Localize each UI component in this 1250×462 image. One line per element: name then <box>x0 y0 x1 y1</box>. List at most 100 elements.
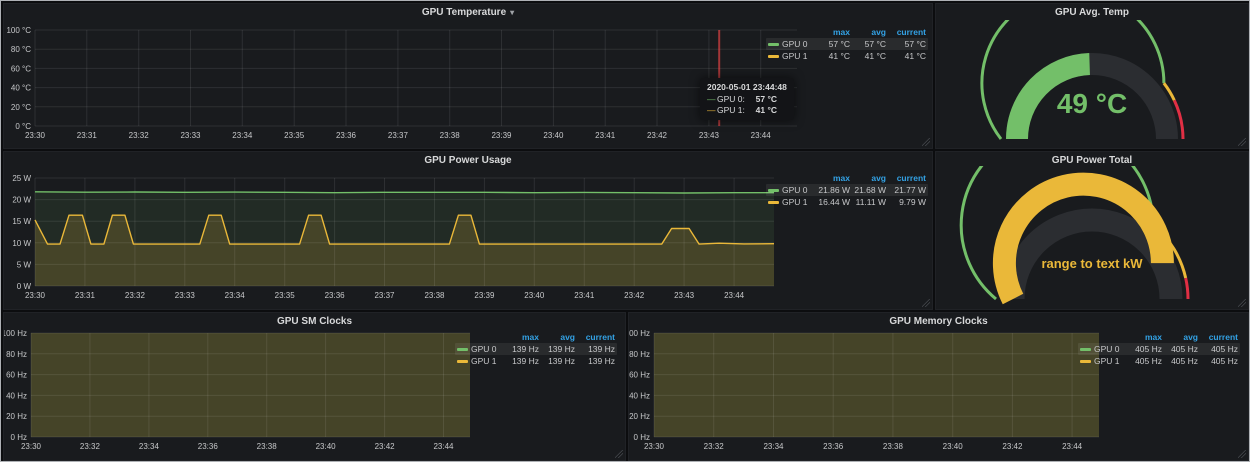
legend-item-gpu-1[interactable]: GPU 116.44 W11.11 W9.79 W <box>766 196 928 208</box>
svg-text:23:30: 23:30 <box>21 442 42 451</box>
legend-item-gpu-0[interactable]: GPU 0139 Hz139 Hz139 Hz <box>455 343 617 355</box>
legend-series-name[interactable]: GPU 0 <box>457 344 503 354</box>
legend-sort-max[interactable]: max <box>503 332 539 342</box>
svg-text:23:37: 23:37 <box>374 291 395 300</box>
legend-series-name[interactable]: GPU 0 <box>768 39 814 49</box>
legend-sort-avg[interactable]: avg <box>850 27 886 37</box>
resize-handle[interactable] <box>1238 299 1246 307</box>
legend-header: maxavgcurrent <box>1078 331 1240 343</box>
panel-gpu-power-total: GPU Power Total range to text kW <box>935 151 1249 310</box>
chart-canvas[interactable]: 0 Hz20 Hz40 Hz60 Hz80 Hz100 Hz23:3023:32… <box>4 325 480 459</box>
legend-current-value: 405 Hz <box>1198 344 1238 354</box>
chart-canvas[interactable]: 0 W5 W10 W15 W20 W25 W23:3023:3123:3223:… <box>4 166 786 308</box>
tooltip-series-name: GPU 0: <box>717 94 749 105</box>
chart-canvas[interactable]: 0 °C20 °C40 °C60 °C80 °C100 °C23:3023:31… <box>4 18 809 146</box>
svg-text:23:41: 23:41 <box>574 291 595 300</box>
svg-text:23:32: 23:32 <box>125 291 146 300</box>
panel-gpu-temperature: GPU Temperature▾ 0 °C20 °C40 °C60 °C80 °… <box>3 3 933 149</box>
svg-text:25 W: 25 W <box>12 174 31 183</box>
chevron-down-icon[interactable]: ▾ <box>510 8 514 17</box>
legend-max-value: 405 Hz <box>1126 356 1162 366</box>
legend-item-gpu-1[interactable]: GPU 1139 Hz139 Hz139 Hz <box>455 355 617 367</box>
legend-series-name[interactable]: GPU 0 <box>1080 344 1126 354</box>
tooltip-row: — GPU 1: 41 °C <box>707 105 787 116</box>
series-color-icon <box>768 189 779 192</box>
legend-sort-current[interactable]: current <box>1198 332 1238 342</box>
svg-text:23:30: 23:30 <box>644 442 665 451</box>
gpu-sm-clocks-chart[interactable]: 0 Hz20 Hz40 Hz60 Hz80 Hz100 Hz23:3023:32… <box>4 325 480 459</box>
legend-series-name[interactable]: GPU 1 <box>768 197 814 207</box>
legend-item-gpu-0[interactable]: GPU 021.86 W21.68 W21.77 W <box>766 184 928 196</box>
legend-item-gpu-0[interactable]: GPU 0405 Hz405 Hz405 Hz <box>1078 343 1240 355</box>
tooltip-timestamp: 2020-05-01 23:44:48 <box>707 82 787 92</box>
gauge-value: 49 °C <box>936 88 1248 120</box>
svg-text:23:43: 23:43 <box>674 291 695 300</box>
legend-max-value: 41 °C <box>814 51 850 61</box>
legend-avg-value: 405 Hz <box>1162 344 1198 354</box>
legend-sort-max[interactable]: max <box>1126 332 1162 342</box>
svg-text:10 W: 10 W <box>12 239 31 248</box>
tooltip-series-value: 41 °C <box>749 105 777 116</box>
gpu-power-usage-legend: maxavgcurrentGPU 021.86 W21.68 W21.77 WG… <box>766 172 928 208</box>
panel-gpu-sm-clocks: GPU SM Clocks 0 Hz20 Hz40 Hz60 Hz80 Hz10… <box>3 312 626 461</box>
resize-handle[interactable] <box>1238 450 1246 458</box>
svg-text:80 Hz: 80 Hz <box>6 350 27 359</box>
resize-handle[interactable] <box>922 299 930 307</box>
svg-text:20 W: 20 W <box>12 196 31 205</box>
svg-text:15 W: 15 W <box>12 217 31 226</box>
svg-text:23:34: 23:34 <box>139 442 160 451</box>
gpu-temperature-legend: maxavgcurrentGPU 057 °C57 °C57 °CGPU 141… <box>766 26 928 62</box>
legend-header: maxavgcurrent <box>766 26 928 38</box>
legend-sort-current[interactable]: current <box>886 27 926 37</box>
resize-handle[interactable] <box>615 450 623 458</box>
gpu-temperature-chart[interactable]: 0 °C20 °C40 °C60 °C80 °C100 °C23:3023:31… <box>4 18 809 146</box>
gpu-power-usage-chart[interactable]: 0 W5 W10 W15 W20 W25 W23:3023:3123:3223:… <box>4 166 786 308</box>
svg-text:23:30: 23:30 <box>25 131 46 140</box>
svg-text:100 Hz: 100 Hz <box>4 329 27 338</box>
chart-canvas[interactable]: 0 Hz20 Hz40 Hz60 Hz80 Hz100 Hz23:3023:32… <box>629 325 1109 459</box>
svg-text:23:40: 23:40 <box>316 442 337 451</box>
svg-text:23:35: 23:35 <box>275 291 296 300</box>
legend-series-name[interactable]: GPU 1 <box>768 51 814 61</box>
legend-series-name[interactable]: GPU 0 <box>768 185 814 195</box>
legend-sort-avg[interactable]: avg <box>539 332 575 342</box>
svg-text:20 Hz: 20 Hz <box>6 412 27 421</box>
svg-text:23:44: 23:44 <box>1062 442 1083 451</box>
svg-text:20 Hz: 20 Hz <box>629 412 650 421</box>
series-color-icon <box>457 360 468 363</box>
legend-current-value: 139 Hz <box>575 344 615 354</box>
legend-sort-current[interactable]: current <box>575 332 615 342</box>
svg-text:80 Hz: 80 Hz <box>629 350 650 359</box>
legend-item-gpu-1[interactable]: GPU 1405 Hz405 Hz405 Hz <box>1078 355 1240 367</box>
svg-text:23:36: 23:36 <box>336 131 357 140</box>
legend-current-value: 405 Hz <box>1198 356 1238 366</box>
legend-series-name[interactable]: GPU 1 <box>457 356 503 366</box>
legend-current-value: 41 °C <box>886 51 926 61</box>
resize-handle[interactable] <box>1238 138 1246 146</box>
legend-sort-max[interactable]: max <box>814 173 850 183</box>
series-color-icon <box>457 348 468 351</box>
legend-max-value: 405 Hz <box>1126 344 1162 354</box>
legend-header: maxavgcurrent <box>455 331 617 343</box>
legend-sort-current[interactable]: current <box>886 173 926 183</box>
series-color-icon <box>1080 348 1091 351</box>
tooltip-row: — GPU 0: 57 °C <box>707 94 787 105</box>
resize-handle[interactable] <box>922 138 930 146</box>
tooltip-series-value: 57 °C <box>749 94 777 105</box>
legend-sort-avg[interactable]: avg <box>850 173 886 183</box>
svg-text:23:31: 23:31 <box>77 131 98 140</box>
gpu-memory-clocks-chart[interactable]: 0 Hz20 Hz40 Hz60 Hz80 Hz100 Hz23:3023:32… <box>629 325 1109 459</box>
legend-series-name[interactable]: GPU 1 <box>1080 356 1126 366</box>
legend-avg-value: 57 °C <box>850 39 886 49</box>
svg-text:23:32: 23:32 <box>704 442 725 451</box>
legend-item-gpu-0[interactable]: GPU 057 °C57 °C57 °C <box>766 38 928 50</box>
legend-sort-max[interactable]: max <box>814 27 850 37</box>
series-dash-icon: — <box>707 94 717 105</box>
legend-item-gpu-1[interactable]: GPU 141 °C41 °C41 °C <box>766 50 928 62</box>
svg-text:23:44: 23:44 <box>724 291 745 300</box>
legend-avg-value: 11.11 W <box>850 197 886 207</box>
legend-sort-avg[interactable]: avg <box>1162 332 1198 342</box>
panel-title-gpu-avg-temp[interactable]: GPU Avg. Temp <box>936 6 1248 20</box>
svg-text:0 Hz: 0 Hz <box>634 433 650 442</box>
svg-text:23:39: 23:39 <box>491 131 512 140</box>
